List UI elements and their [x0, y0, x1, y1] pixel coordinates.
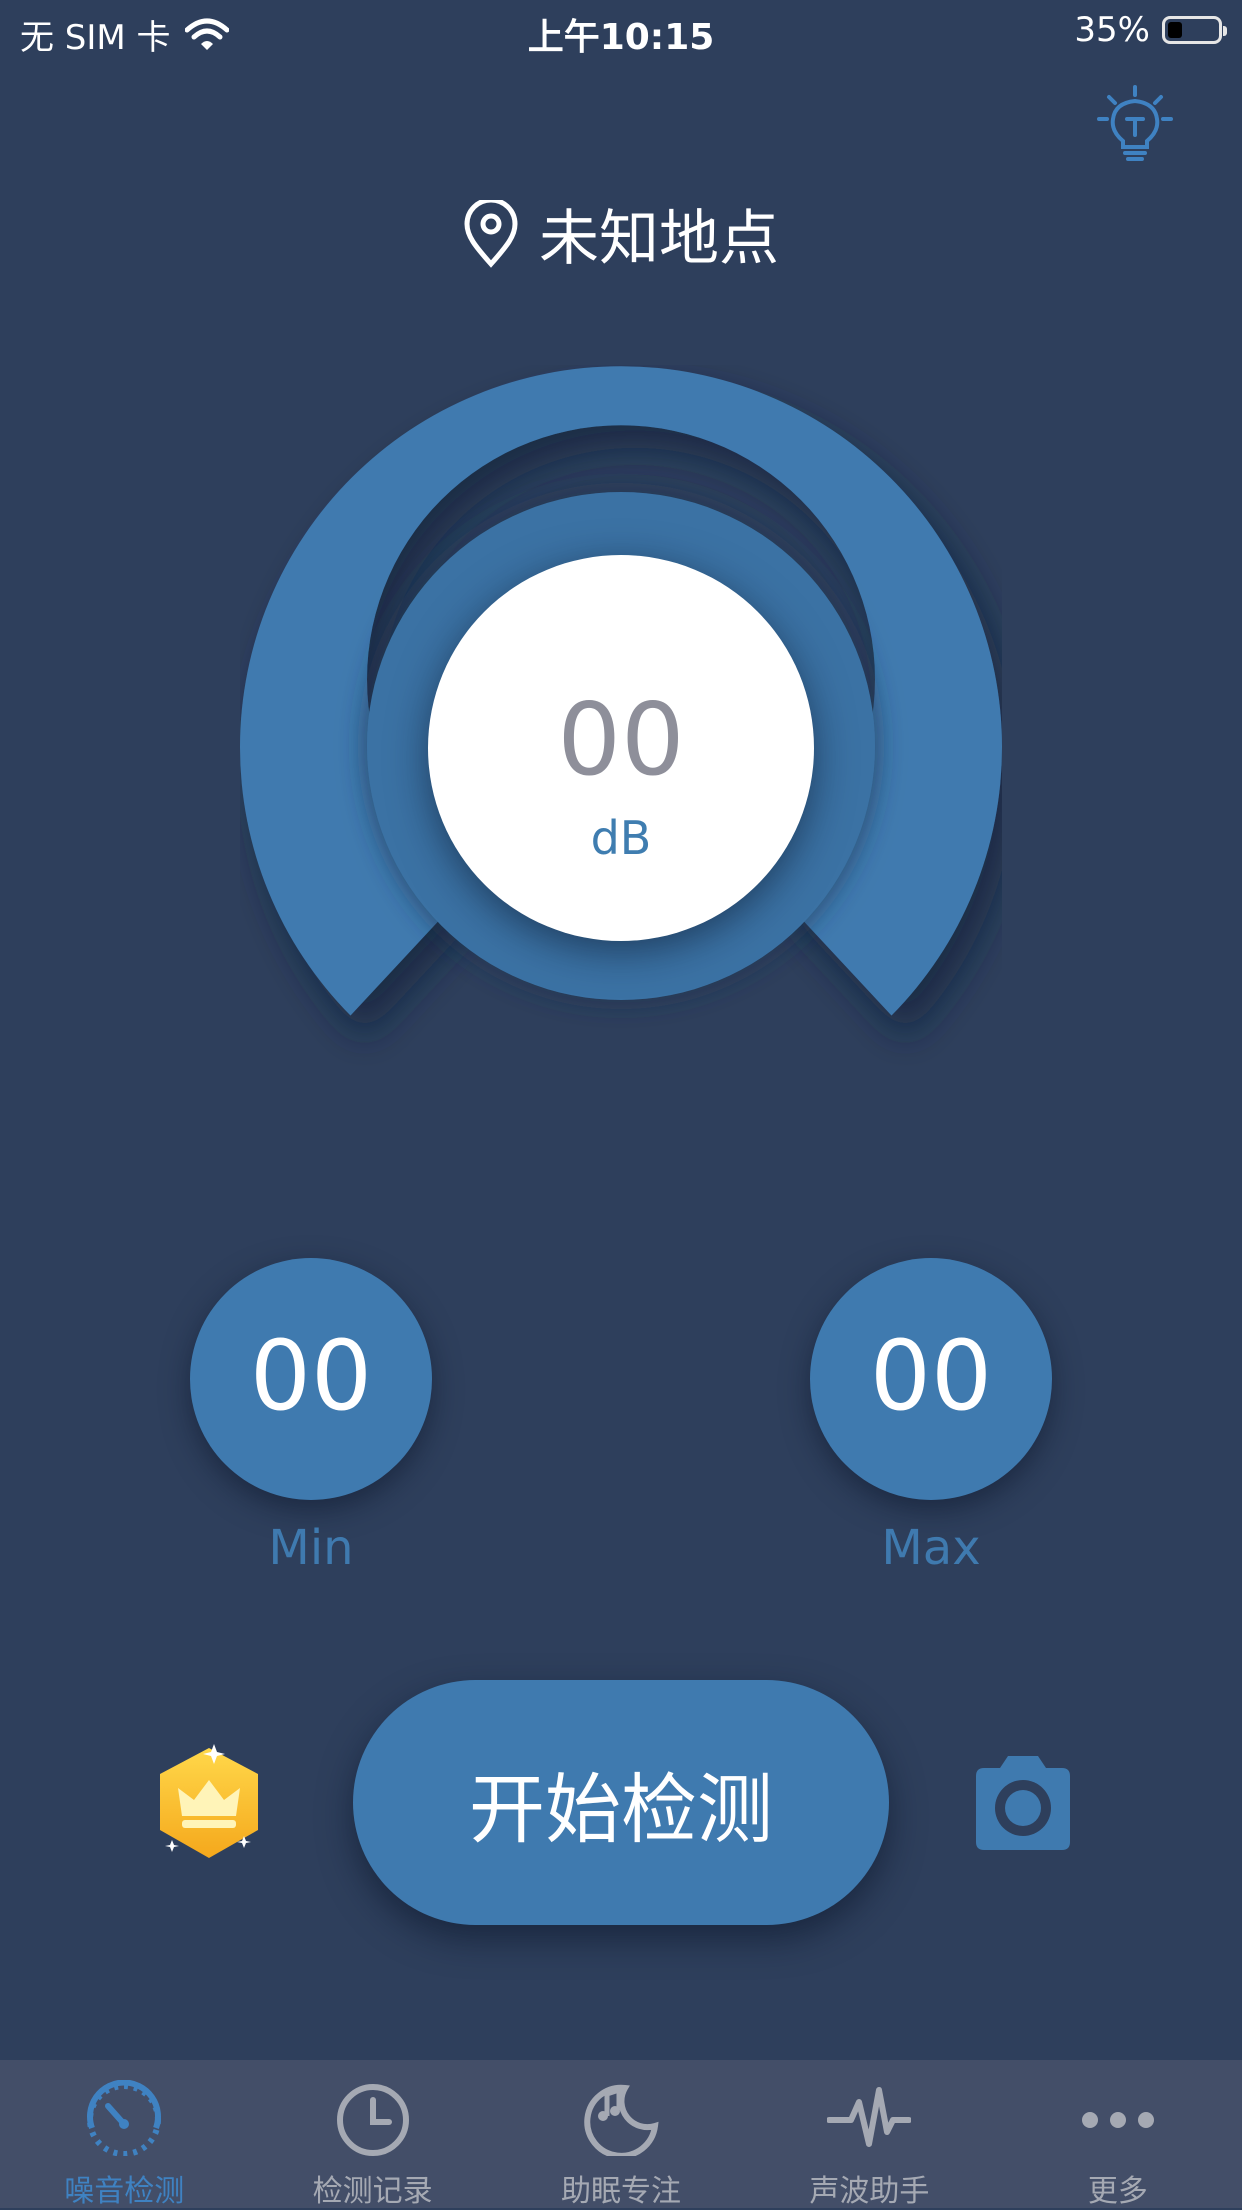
speedometer-icon: [87, 2080, 162, 2156]
tab-label: 更多: [1087, 2174, 1148, 2209]
min-circle: 00: [190, 1258, 432, 1500]
crown-badge-icon[interactable]: [152, 1740, 266, 1864]
lightbulb-icon[interactable]: [1095, 85, 1175, 165]
tab-label: 检测记录: [312, 2174, 433, 2209]
decibel-unit: dB: [590, 811, 652, 865]
battery-percent: 35%: [1074, 10, 1150, 50]
tab-label: 助眠专注: [561, 2174, 682, 2209]
location-pin-icon: [464, 199, 518, 268]
max-circle: 00: [810, 1258, 1052, 1500]
location-row[interactable]: 未知地点: [0, 190, 1242, 277]
tab-sound-wave[interactable]: 声波助手: [745, 2060, 993, 2209]
tab-bar: 噪音检测 检测记录 助眠专注 声波助手 更多: [0, 2060, 1242, 2209]
start-detect-button[interactable]: 开始检测: [353, 1680, 889, 1925]
tab-records[interactable]: 检测记录: [248, 2060, 496, 2209]
max-label: Max: [881, 1520, 981, 1576]
decibel-readout: 00 dB: [428, 555, 814, 941]
moon-music-icon: [584, 2084, 659, 2156]
location-label: 未知地点: [539, 204, 779, 274]
more-dots-icon: [1081, 2112, 1154, 2128]
tab-more[interactable]: 更多: [994, 2060, 1242, 2209]
battery-icon: [1162, 16, 1227, 44]
status-bar: 无 SIM 卡 上午10:15 35%: [0, 0, 1242, 62]
tab-label: 噪音检测: [64, 2174, 185, 2209]
max-value: 00: [869, 1320, 993, 1432]
decibel-value: 00: [557, 681, 685, 798]
clock-icon: [336, 2084, 409, 2156]
tab-sleep-focus[interactable]: 助眠专注: [497, 2060, 745, 2209]
camera-icon[interactable]: [968, 1752, 1078, 1852]
status-right: 35%: [1074, 10, 1227, 50]
status-time: 上午10:15: [527, 17, 715, 58]
min-value: 00: [249, 1320, 373, 1432]
waveform-icon: [827, 2087, 912, 2147]
min-label: Min: [268, 1520, 354, 1576]
tab-noise-detect[interactable]: 噪音检测: [0, 2060, 248, 2209]
tab-label: 声波助手: [809, 2174, 930, 2209]
